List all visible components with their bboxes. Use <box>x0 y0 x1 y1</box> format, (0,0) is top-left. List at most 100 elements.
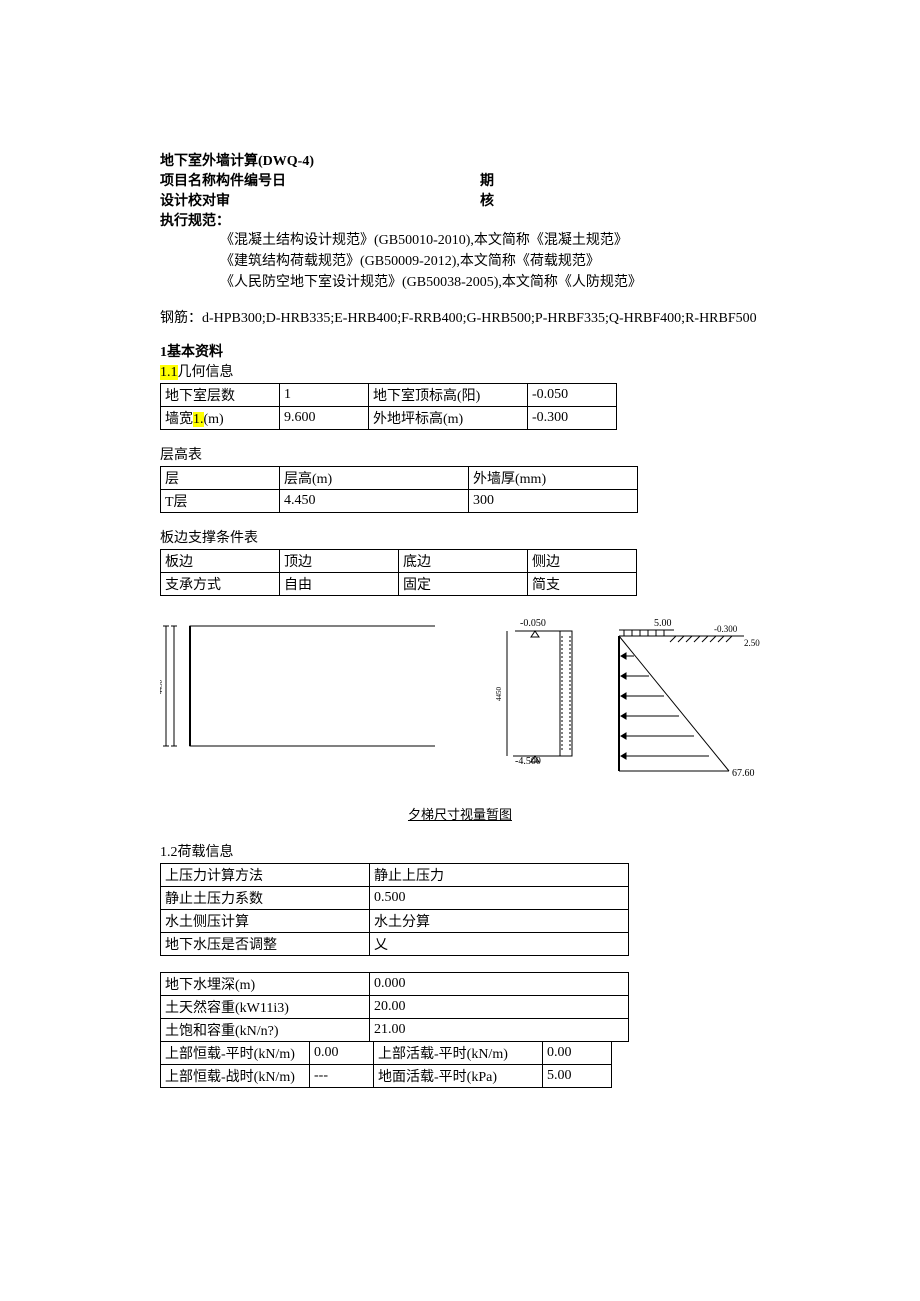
diagram-load: 5.00 -0.300 2.50 <box>614 616 760 786</box>
cell-value: 0.000 <box>370 973 629 996</box>
cell-text: 墙宽 <box>165 412 193 427</box>
cell-value: 20.00 <box>370 996 629 1019</box>
header-row3-right: 核 <box>480 190 494 210</box>
cell-header: 层高(m) <box>280 467 469 490</box>
spec-item: 《建筑结构荷载规范》(GB50009-2012),本文简称《荷载规范》 <box>220 251 760 272</box>
load-top-text: 5.00 <box>654 618 672 629</box>
spec-item: 《混凝土结构设计规范》(GB50010-2010),本文简称《混凝土规范》 <box>220 230 760 251</box>
table-row: 土饱和容重(kN/n?) 21.00 <box>161 1019 629 1042</box>
cell-label: 外地坪标高(m) <box>369 407 528 430</box>
hl-width: 1. <box>193 412 204 427</box>
cell-value: 乂 <box>370 933 629 956</box>
table-row: 地下水埋深(m) 0.000 <box>161 973 629 996</box>
cell-header: 层 <box>161 467 280 490</box>
cell-value: 1 <box>280 384 369 407</box>
cell-value: --- <box>310 1065 374 1088</box>
cell-label: 地下室顶标高(阳) <box>369 384 528 407</box>
cell-label: 土饱和容重(kN/n?) <box>161 1019 370 1042</box>
cell-text: (m) <box>204 412 224 427</box>
cell-label: 地下水埋深(m) <box>161 973 370 996</box>
table-row: 水土侧压计算 水土分算 <box>161 910 629 933</box>
table-row: 板边 顶边 底边 侧边 <box>161 550 637 573</box>
table-row: T层 4.450 300 <box>161 490 638 513</box>
table-row: 层 层高(m) 外墙厚(mm) <box>161 467 638 490</box>
table-upper-loads: 上部恒载-平时(kN/m) 0.00 上部活载-平时(kN/m) 0.00 上部… <box>160 1041 612 1088</box>
section-1-1-title: 1.1几何信息 <box>160 361 760 381</box>
table-support: 板边 顶边 底边 侧边 支承方式 自由 固定 简支 <box>160 549 637 596</box>
top-elev-text: -0.050 <box>520 618 546 629</box>
cell-value: 支承方式 <box>161 573 280 596</box>
table-support-title: 板边支撑条件表 <box>160 527 760 547</box>
table-row: 上部恒载-战时(kN/m) --- 地面活载-平时(kPa) 5.00 <box>161 1065 612 1088</box>
cell-value: 5.00 <box>543 1065 612 1088</box>
cell-value: 0.500 <box>370 887 629 910</box>
table-row: 上部恒载-平时(kN/m) 0.00 上部活载-平时(kN/m) 0.00 <box>161 1042 612 1065</box>
table-row: 上压力计算方法 静止上压力 <box>161 864 629 887</box>
header-row2-right: 期 <box>480 170 494 190</box>
cell-header: 板边 <box>161 550 280 573</box>
cell-label: 上部恒载-平时(kN/m) <box>161 1042 310 1065</box>
table-load-method: 上压力计算方法 静止上压力 静止土压力系数 0.500 水土侧压计算 水土分算 … <box>160 863 629 956</box>
cell-label: 上部恒载-战时(kN/m) <box>161 1065 310 1088</box>
section-1-title: 1基本资料 <box>160 341 760 361</box>
table-row: 地下室层数 1 地下室顶标高(阳) -0.050 <box>161 384 617 407</box>
spec-item: 《人民防空地下室设计规范》(GB50038-2005),本文简称《人防规范》 <box>220 272 760 293</box>
spec-list: 《混凝土结构设计规范》(GB50010-2010),本文简称《混凝土规范》 《建… <box>160 230 760 293</box>
diagram-section: -0.050 -4.500 4450 <box>465 616 584 776</box>
cell-value: 300 <box>469 490 638 513</box>
cell-label: 地面活载-平时(kPa) <box>374 1065 543 1088</box>
table-row: 土天然容重(kW11i3) 20.00 <box>161 996 629 1019</box>
cell-header: 侧边 <box>528 550 637 573</box>
cell-value: 简支 <box>528 573 637 596</box>
table-row: 静止土压力系数 0.500 <box>161 887 629 910</box>
diagram-elevation: 4450 <box>160 616 435 766</box>
cell-label: 土天然容重(kW11i3) <box>161 996 370 1019</box>
header-row-2: 项目名称构件编号日 期 <box>160 170 760 190</box>
header-row-3: 设计校对审 核 <box>160 190 760 210</box>
diagram-row: 4450 -0.050 -4.500 4450 5.00 <box>160 616 760 786</box>
cell-value: 自由 <box>280 573 399 596</box>
cell-value: 9.600 <box>280 407 369 430</box>
cell-value: T层 <box>161 490 280 513</box>
sec-1-1-text: 几何信息 <box>178 365 234 380</box>
table-water-soil: 地下水埋深(m) 0.000 土天然容重(kW11i3) 20.00 土饱和容重… <box>160 972 629 1042</box>
exec-label: 执行规范： <box>160 210 760 230</box>
cell-value: 4.450 <box>280 490 469 513</box>
rebar-line: 钢筋：d-HPB300;D-HRB335;E-HRB400;F-RRB400;G… <box>160 307 760 327</box>
table-row: 支承方式 自由 固定 简支 <box>161 573 637 596</box>
cell-label: 地下室层数 <box>161 384 280 407</box>
cell-label: 上压力计算方法 <box>161 864 370 887</box>
cell-header: 顶边 <box>280 550 399 573</box>
cell-value: 水土分算 <box>370 910 629 933</box>
table-row: 墙宽1.(m) 9.600 外地坪标高(m) -0.300 <box>161 407 617 430</box>
header-row3-left: 设计校对审 <box>160 190 480 210</box>
cell-header: 底边 <box>399 550 528 573</box>
cell-value: 固定 <box>399 573 528 596</box>
dim-h-text: 4450 <box>495 687 503 702</box>
hl-1-1: 1.1 <box>160 365 178 380</box>
cell-label: 地下水压是否调整 <box>161 933 370 956</box>
table-storey: 层 层高(m) 外墙厚(mm) T层 4.450 300 <box>160 466 638 513</box>
table-row: 地下水压是否调整 乂 <box>161 933 629 956</box>
dim-v-text: 4450 <box>160 680 164 695</box>
cell-label: 墙宽1.(m) <box>161 407 280 430</box>
section-1-2-title: 1.2荷载信息 <box>160 841 760 861</box>
table-storey-title: 层高表 <box>160 444 760 464</box>
doc-title: 地下室外墙计算(DWQ-4) <box>160 150 760 170</box>
header-row2-left: 项目名称构件编号日 <box>160 170 480 190</box>
table-geometry: 地下室层数 1 地下室顶标高(阳) -0.050 墙宽1.(m) 9.600 外… <box>160 383 617 430</box>
cell-label: 上部活载-平时(kN/m) <box>374 1042 543 1065</box>
cell-value: -0.300 <box>528 407 617 430</box>
document-page: 地下室外墙计算(DWQ-4) 项目名称构件编号日 期 设计校对审 核 执行规范：… <box>0 0 920 1148</box>
load-bot-text: 67.60 <box>732 768 755 779</box>
cell-value: 21.00 <box>370 1019 629 1042</box>
cell-value: 静止上压力 <box>370 864 629 887</box>
load-250-text: 2.50 <box>744 638 760 648</box>
cell-label: 静止土压力系数 <box>161 887 370 910</box>
cell-label: 水土侧压计算 <box>161 910 370 933</box>
cell-value: 0.00 <box>310 1042 374 1065</box>
diagram-caption: 夕梯尺寸视量暂图 <box>160 804 760 823</box>
cell-value: -0.050 <box>528 384 617 407</box>
load-elev-text: -0.300 <box>714 624 738 634</box>
cell-value: 0.00 <box>543 1042 612 1065</box>
